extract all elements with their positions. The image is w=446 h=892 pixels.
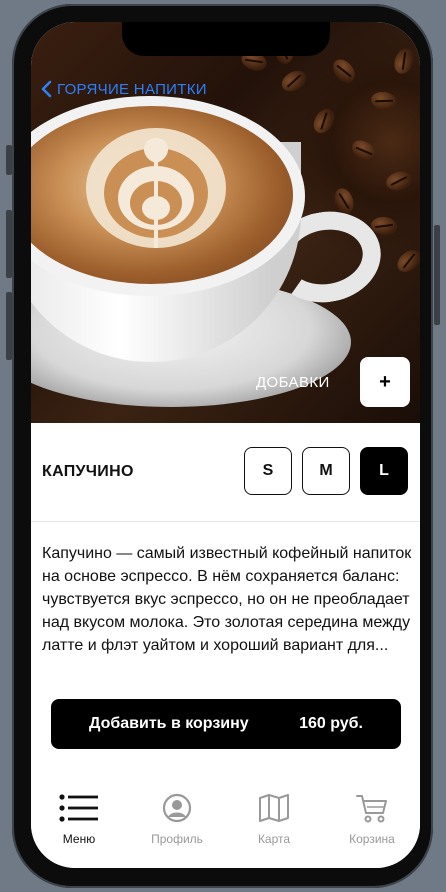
product-header: КАПУЧИНО S M L	[31, 423, 420, 522]
map-icon	[259, 794, 289, 822]
tab-bar: Меню Профиль Карта Корзина	[31, 782, 420, 868]
volume-up-button	[6, 210, 12, 278]
add-addons-button[interactable]: +	[360, 357, 410, 407]
tab-map[interactable]: Карта	[229, 790, 319, 846]
add-to-cart-button[interactable]: Добавить в корзину 160 руб.	[51, 699, 401, 749]
product-description: Капучино — самый известный кофейный напи…	[42, 545, 412, 654]
tab-profile[interactable]: Профиль	[132, 790, 222, 846]
power-button	[434, 225, 440, 325]
tab-map-label: Карта	[257, 832, 291, 846]
add-to-cart-label: Добавить в корзину	[89, 715, 249, 732]
product-title: КАПУЧИНО	[42, 463, 134, 480]
tab-cart[interactable]: Корзина	[327, 790, 417, 846]
product-image: ГОРЯЧИЕ НАПИТКИ ДОБАВКИ +	[31, 22, 420, 423]
tab-menu-label: Меню	[62, 832, 96, 846]
price-label: 160 руб.	[299, 715, 363, 732]
tab-cart-label: Корзина	[349, 832, 395, 846]
addons-label: ДОБАВКИ	[256, 374, 330, 391]
size-button-s[interactable]: S	[244, 447, 292, 495]
size-button-m[interactable]: M	[302, 447, 350, 495]
cart-icon	[356, 795, 387, 823]
app-screen: ГОРЯЧИЕ НАПИТКИ ДОБАВКИ + КАПУЧИНО S M L…	[31, 22, 420, 868]
chevron-left-icon	[41, 80, 52, 98]
tab-profile-label: Профиль	[151, 832, 203, 846]
mute-switch	[6, 145, 12, 175]
menu-icon	[59, 794, 98, 822]
notch	[122, 22, 330, 56]
profile-icon	[162, 793, 192, 823]
size-button-l[interactable]: L	[360, 447, 408, 495]
back-button[interactable]: ГОРЯЧИЕ НАПИТКИ	[39, 80, 207, 98]
volume-down-button	[6, 292, 12, 360]
back-label: ГОРЯЧИЕ НАПИТКИ	[57, 80, 207, 98]
tab-menu[interactable]: Меню	[34, 790, 124, 846]
